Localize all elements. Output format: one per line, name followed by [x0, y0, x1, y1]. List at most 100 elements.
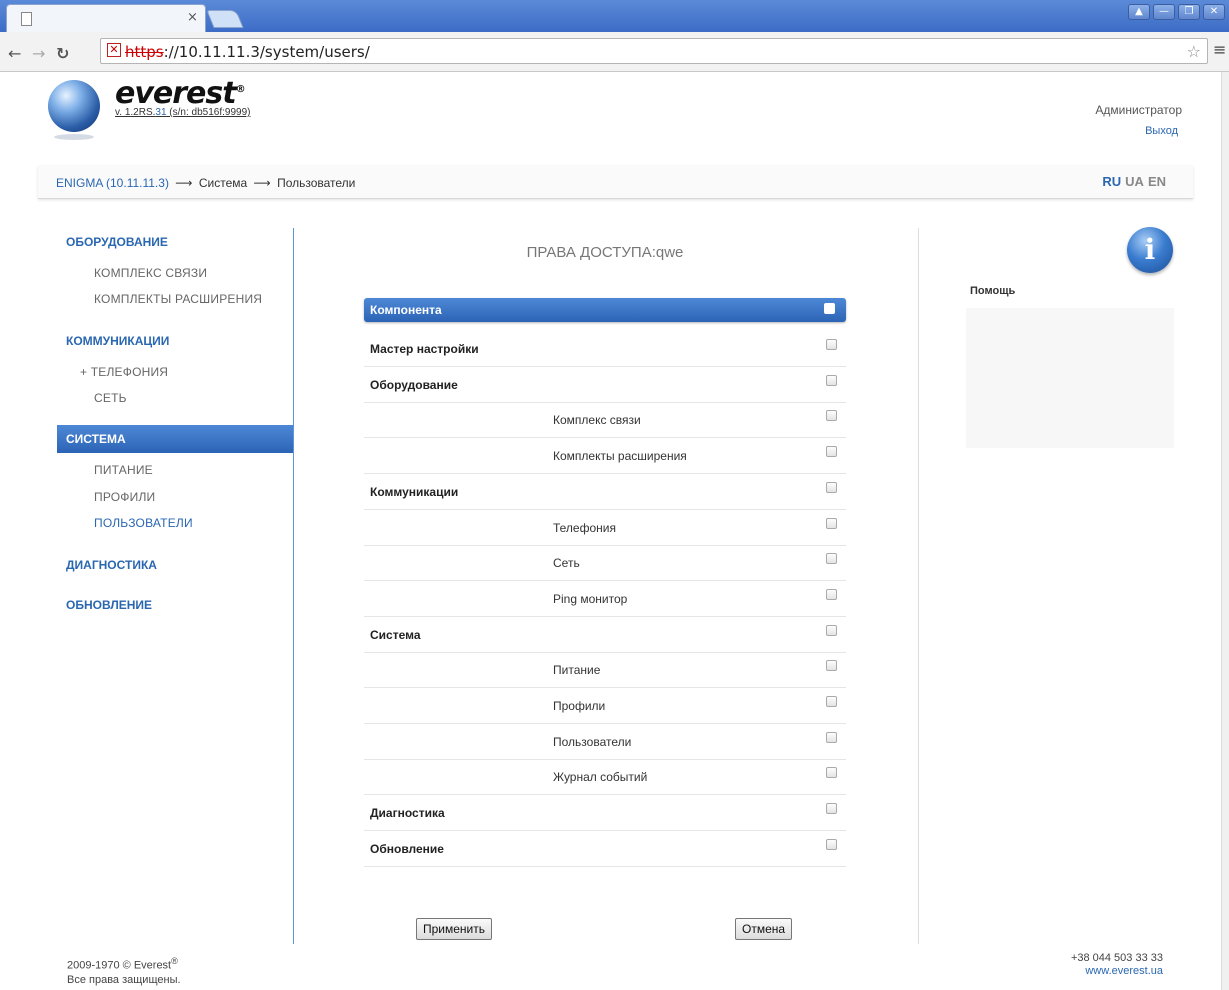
info-icon[interactable]: i	[1127, 227, 1173, 273]
everest-globe-logo[interactable]	[48, 80, 100, 140]
permission-checkbox[interactable]	[826, 838, 837, 850]
nav-system-profiles[interactable]: ПРОФИЛИ	[94, 490, 155, 504]
browser-toolbar: ← → ↻ ✕ https://10.11.11.3/system/users/…	[0, 32, 1229, 72]
permission-checkbox[interactable]	[826, 696, 837, 707]
permission-row: Оборудование	[364, 367, 846, 403]
permission-label: Комплекты расширения	[553, 449, 687, 464]
permission-checkbox[interactable]	[826, 553, 837, 565]
permission-checkbox[interactable]	[826, 517, 837, 529]
permission-checkbox[interactable]	[826, 481, 837, 493]
permission-row: Телефония	[364, 510, 846, 546]
permission-label: Пользователи	[553, 734, 632, 749]
permission-checkbox[interactable]	[826, 660, 837, 672]
permission-label: Ping монитор	[553, 591, 628, 606]
lang-en[interactable]: EN	[1148, 174, 1166, 189]
forward-arrow-icon[interactable]: →	[32, 44, 45, 63]
permission-label: Диагностика	[370, 806, 445, 821]
address-url: https://10.11.11.3/system/users/	[125, 43, 370, 61]
page-title: ПРАВА ДОСТУПА:qwe	[526, 244, 684, 261]
language-switcher: RU UA EN	[1098, 174, 1166, 189]
nav-comms-telephony[interactable]: + ТЕЛЕФОНИЯ	[80, 365, 168, 379]
help-box	[966, 308, 1174, 448]
insecure-lock-icon: ✕	[107, 43, 121, 57]
nav-comms[interactable]: КОММУНИКАЦИИ	[66, 334, 169, 348]
footer-copyright: 2009-1970 © Everest® Все права защищены.	[67, 956, 181, 986]
permission-checkbox[interactable]	[826, 767, 837, 779]
footer-rights: Все права защищены.	[67, 973, 181, 986]
firmware-version: v. 1.2RS.31 (s/n: db516f:9999)	[115, 107, 251, 118]
back-arrow-icon[interactable]: ←	[8, 44, 21, 63]
window-close-icon[interactable]: ✕	[1203, 4, 1225, 20]
permission-checkbox[interactable]	[826, 339, 837, 350]
permission-row: Система	[364, 617, 846, 653]
bookmark-star-icon[interactable]: ☆	[1187, 42, 1201, 61]
current-user: Администратор	[1095, 103, 1182, 117]
maximize-icon[interactable]: ❐	[1178, 4, 1200, 20]
permission-checkbox[interactable]	[826, 374, 837, 386]
footer-site-link[interactable]: www.everest.ua	[1071, 965, 1163, 978]
new-tab-button[interactable]	[206, 10, 244, 28]
page-scrollbar[interactable]	[1221, 72, 1229, 990]
permission-row: Мастер настройки	[364, 331, 846, 367]
permission-row: Сеть	[364, 545, 846, 582]
browser-menu-icon[interactable]: ≡	[1213, 40, 1226, 59]
permission-row: Диагностика	[364, 795, 846, 832]
permission-row: Ping монитор	[364, 581, 846, 617]
version-link[interactable]: 31	[155, 107, 166, 118]
select-all-checkbox[interactable]	[824, 303, 835, 314]
permission-row: Комплекты расширения	[364, 438, 846, 475]
profile-icon[interactable]: ▲	[1128, 4, 1150, 20]
breadcrumb-root-link[interactable]: ENIGMA (10.11.11.3)	[56, 176, 169, 190]
nav-system-users[interactable]: ПОЛЬЗОВАТЕЛИ	[94, 516, 193, 530]
permission-label: Телефония	[553, 520, 616, 535]
breadcrumb-level1[interactable]: Система	[199, 176, 247, 190]
permission-row: Коммуникации	[364, 474, 846, 510]
nav-hardware[interactable]: ОБОРУДОВАНИЕ	[66, 235, 168, 249]
permission-row: Журнал событий	[364, 759, 846, 796]
nav-system-power[interactable]: ПИТАНИЕ	[94, 463, 153, 477]
permission-label: Комплекс связи	[553, 413, 641, 428]
permission-row: Комплекс связи	[364, 402, 846, 439]
breadcrumb-arrow-icon: ⟶	[253, 176, 271, 190]
permission-checkbox[interactable]	[826, 588, 837, 600]
permission-label: Оборудование	[370, 377, 458, 392]
minimize-icon[interactable]: —	[1153, 4, 1175, 20]
nav-hardware-complex[interactable]: КОМПЛЕКС СВЯЗИ	[94, 266, 207, 280]
browser-tab[interactable]: ×	[6, 4, 206, 32]
permission-checkbox[interactable]	[826, 731, 837, 743]
permission-label: Коммуникации	[370, 484, 459, 499]
cancel-button[interactable]: Отмена	[735, 918, 793, 940]
reload-icon[interactable]: ↻	[56, 44, 69, 63]
permission-row: Обновление	[364, 831, 846, 867]
permission-label: Сеть	[553, 556, 580, 571]
permission-checkbox[interactable]	[826, 803, 837, 815]
footer-contacts: +38 044 503 33 33 www.everest.ua	[1071, 952, 1163, 978]
logout-link[interactable]: Выход	[1145, 125, 1178, 137]
breadcrumb-level2: Пользователи	[277, 176, 356, 190]
apply-button[interactable]: Применить	[416, 918, 493, 940]
browser-titlebar: × ▲ — ❐ ✕	[0, 0, 1229, 32]
help-title: Помощь	[970, 285, 1016, 297]
nav-diagnostics[interactable]: ДИАГНОСТИКА	[66, 558, 157, 572]
permission-label: Система	[370, 627, 421, 642]
permission-row: Профили	[364, 688, 846, 724]
nav-system[interactable]: СИСТЕМА	[57, 425, 294, 453]
nav-comms-network[interactable]: СЕТЬ	[94, 391, 127, 405]
address-bar[interactable]: ✕ https://10.11.11.3/system/users/ ☆	[100, 38, 1208, 64]
permission-label: Обновление	[370, 841, 444, 856]
permission-label: Журнал событий	[553, 770, 648, 785]
permission-checkbox[interactable]	[826, 410, 837, 422]
breadcrumb-bar: ENIGMA (10.11.11.3) ⟶ Система ⟶ Пользова…	[38, 166, 1193, 199]
brand-logo-text: everest®	[115, 76, 246, 111]
lang-ru[interactable]: RU	[1102, 174, 1121, 189]
permission-checkbox[interactable]	[826, 624, 837, 636]
tab-close-icon[interactable]: ×	[187, 10, 198, 25]
permission-label: Питание	[553, 663, 601, 678]
permission-checkbox[interactable]	[826, 446, 837, 458]
nav-divider	[293, 228, 294, 944]
footer-phone: +38 044 503 33 33	[1070, 952, 1163, 964]
lang-ua[interactable]: UA	[1125, 174, 1144, 189]
nav-hardware-kits[interactable]: КОМПЛЕКТЫ РАСШИРЕНИЯ	[94, 292, 262, 306]
page-icon	[21, 12, 32, 26]
nav-update[interactable]: ОБНОВЛЕНИЕ	[66, 598, 152, 612]
